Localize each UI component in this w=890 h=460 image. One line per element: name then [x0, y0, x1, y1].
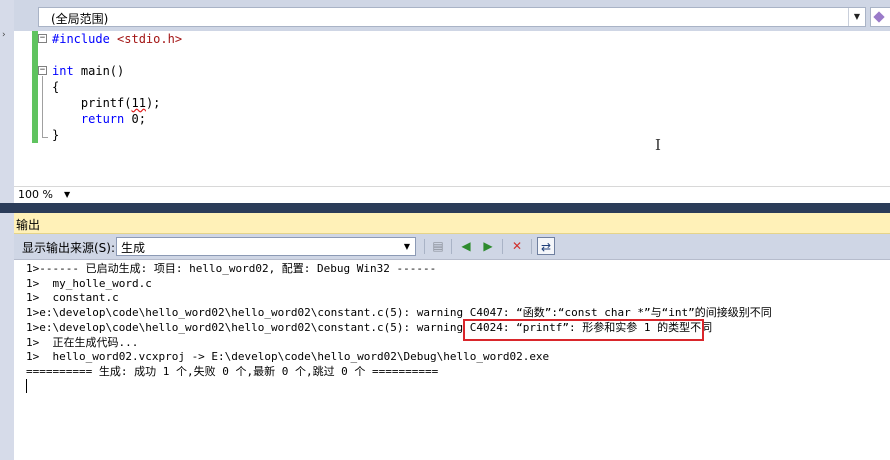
i-beam-cursor-icon: I: [655, 136, 661, 154]
chevron-down-icon[interactable]: ▼: [848, 8, 865, 26]
find-message-icon[interactable]: ▤: [429, 237, 447, 255]
code-token: );: [145, 96, 161, 110]
code-token: 0;: [124, 112, 146, 126]
code-line: }: [52, 127, 59, 143]
outline-guide: [42, 76, 43, 138]
strip-marker-icon: ›: [2, 30, 6, 40]
code-line: return 0;: [52, 111, 146, 127]
editor-zoom-bar: 100 % ▼: [14, 186, 890, 204]
text-caret: [26, 379, 27, 393]
code-token: <stdio.h>: [117, 32, 183, 46]
code-line: printf(11);: [52, 95, 161, 111]
output-source-label: 显示输出来源(S):: [22, 241, 116, 255]
output-line: 1> constant.c: [26, 291, 119, 304]
toolbar-separator: [531, 239, 532, 254]
code-line: int main(): [52, 63, 124, 79]
code-token: int: [52, 64, 74, 78]
code-token: {: [52, 80, 60, 94]
navigation-bar: (全局范围) ▼ ma: [14, 0, 890, 32]
outline-end: [42, 137, 48, 138]
scope-dropdown[interactable]: (全局范围) ▼: [38, 7, 866, 27]
annotation-highlight-box: [463, 319, 704, 341]
code-token: printf(: [52, 96, 132, 110]
clear-all-icon[interactable]: ✕: [508, 237, 526, 255]
chevron-down-icon[interactable]: ▼: [400, 238, 414, 255]
code-line: {: [52, 79, 59, 95]
code-token: main(): [73, 64, 125, 78]
output-panel-title: 输出: [16, 218, 41, 232]
output-source-value: 生成: [121, 241, 146, 255]
method-icon: [873, 11, 885, 23]
code-line: #include <stdio.h>: [52, 31, 182, 47]
panel-splitter[interactable]: [0, 203, 890, 213]
code-token: }: [52, 128, 60, 142]
scope-dropdown-value: (全局范围): [51, 12, 109, 26]
output-line: 1>------ 已启动生成: 项目: hello_word02, 配置: De…: [26, 262, 437, 275]
output-line: ========== 生成: 成功 1 个,失败 0 个,最新 0 个,跳过 0…: [26, 365, 439, 378]
output-line: 1> 正在生成代码...: [26, 336, 139, 349]
output-line: 1> my_holle_word.c: [26, 277, 152, 290]
toolbar-separator: [502, 239, 503, 254]
zoom-dropdown[interactable]: 100 % ▼: [16, 188, 74, 202]
output-source-dropdown[interactable]: 生成 ▼: [116, 237, 416, 256]
toolbar-separator: [451, 239, 452, 254]
chevron-down-icon[interactable]: ▼: [64, 188, 70, 202]
code-token: #include: [52, 32, 118, 46]
output-line: 1> hello_word02.vcxproj -> E:\develop\co…: [26, 350, 550, 363]
code-token: return: [80, 112, 125, 126]
member-dropdown[interactable]: ma: [870, 7, 890, 27]
toggle-word-wrap-icon[interactable]: ⇄: [537, 237, 555, 255]
output-line: 1>e:\develop\code\hello_word02\hello_wor…: [26, 306, 772, 319]
outlining-margin: − −: [38, 31, 50, 143]
toolbar-separator: [424, 239, 425, 254]
zoom-level: 100 %: [18, 188, 53, 201]
collapse-main-icon[interactable]: −: [38, 66, 47, 75]
output-panel-header: 输出: [14, 213, 890, 234]
output-toolbar: 显示输出来源(S): 生成 ▼ ▤ ◀ ▶ ✕ ⇄: [14, 234, 890, 260]
next-message-icon[interactable]: ▶: [479, 237, 497, 255]
code-token: 11: [131, 96, 146, 110]
previous-message-icon[interactable]: ◀: [457, 237, 475, 255]
left-tool-strip: ›: [0, 0, 14, 460]
collapse-include-icon[interactable]: −: [38, 34, 47, 43]
